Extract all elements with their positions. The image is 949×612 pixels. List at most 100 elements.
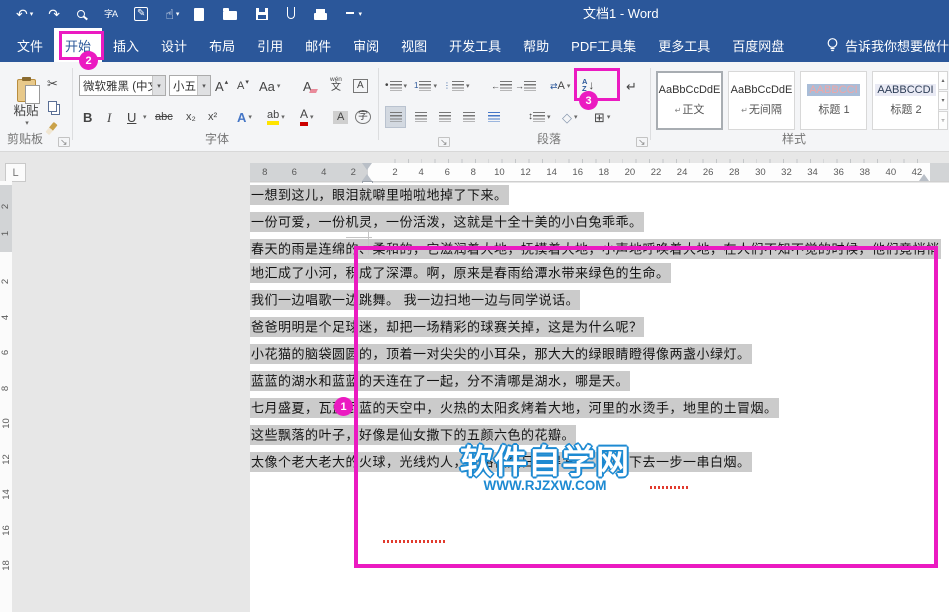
selected-text[interactable]: 我们一边唱歌一边跳舞。 我一边扫地一边与同学说话。 [250, 290, 580, 310]
font-dialog-launcher[interactable]: ↘ [438, 137, 450, 147]
tab-view[interactable]: 视图 [390, 28, 438, 62]
bullets-button[interactable]: •▾ [385, 75, 407, 97]
styles-scroll-down[interactable]: ▾ [938, 91, 948, 110]
tab-insert[interactable]: 插入 [102, 28, 150, 62]
hruler-left-margin[interactable]: 8642 [250, 163, 368, 181]
selected-text[interactable]: 一想到这儿，眼泪就噼里啪啦地掉了下来。 [250, 185, 509, 205]
grow-font-button[interactable]: A▴ [215, 75, 228, 97]
paragraph-dialog-launcher[interactable]: ↘ [636, 137, 648, 147]
numbering-button[interactable]: 1▾ [414, 75, 437, 97]
selected-text[interactable]: 爸爸明明是个足球迷，却把一场精彩的球赛关掉，这是为什么呢？ [250, 317, 644, 337]
touch-mouse-mode-button[interactable]: ☝▾ [165, 7, 179, 21]
attach-file-button[interactable] [287, 9, 299, 19]
underline-dropdown[interactable]: ▾ [143, 106, 147, 128]
right-indent-marker[interactable] [919, 174, 929, 181]
new-document-button[interactable] [194, 8, 208, 21]
tab-references[interactable]: 引用 [246, 28, 294, 62]
selected-text[interactable]: 小花猫的脑袋圆圆的，顶着一对尖尖的小耳朵，那大大的绿眼睛瞪得像两盏小绿灯。 [250, 344, 752, 364]
paragraph[interactable]: 春天的雨是连绵的、柔和的，它滋润着大地，抚摸着大地，小声地呼唤着大地，在人们不知… [250, 237, 949, 285]
superscript-button[interactable]: x² [208, 106, 217, 128]
tab-pdf-tools[interactable]: PDF工具集 [560, 28, 647, 62]
character-border-button[interactable]: A [353, 75, 368, 97]
copy-button[interactable] [48, 95, 57, 117]
tab-layout[interactable]: 布局 [198, 28, 246, 62]
align-right-button[interactable] [434, 106, 455, 128]
align-center-button[interactable] [410, 106, 431, 128]
increase-indent-button[interactable]: → [515, 75, 536, 97]
font-name-combo[interactable]: 微软雅黑 (中文 ▾ [79, 75, 166, 96]
print-preview-button[interactable] [77, 10, 89, 18]
paragraph[interactable]: 蓝蓝的湖水和蓝蓝的天连在了一起，分不清哪是湖水，哪是天。 [250, 369, 949, 393]
character-shading-button[interactable]: A [333, 106, 348, 128]
subscript-button[interactable]: x₂ [186, 106, 196, 128]
italic-button[interactable]: I [107, 106, 111, 128]
font-size-combo[interactable]: 小五 ▾ [169, 75, 211, 96]
enclose-characters-button[interactable]: 字 [355, 106, 371, 128]
spelling-grammar-button[interactable]: 字A [104, 10, 119, 19]
selected-text[interactable]: 这些飘落的叶子，好像是仙女撒下的五颜六色的花瓣。 [250, 425, 576, 445]
align-left-button[interactable] [385, 106, 406, 128]
first-line-indent-marker[interactable] [362, 163, 372, 170]
tab-review[interactable]: 审阅 [342, 28, 390, 62]
paragraph[interactable]: 一想到这儿，眼泪就噼里啪啦地掉了下来。 [250, 183, 949, 207]
paste-button[interactable]: 粘贴 ▾ [8, 71, 44, 135]
text-effects-button[interactable]: A▾ [237, 106, 252, 128]
clipboard-dialog-launcher[interactable]: ↘ [58, 137, 70, 147]
paragraph[interactable]: 爸爸明明是个足球迷，却把一场精彩的球赛关掉，这是为什么呢？ [250, 315, 949, 339]
format-painter-button[interactable] [49, 117, 54, 139]
phonetic-guide-button[interactable]: wén文 [330, 74, 342, 96]
tab-developer[interactable]: 开发工具 [438, 28, 512, 62]
clear-formatting-button[interactable]: A [303, 75, 317, 97]
tab-mailings[interactable]: 邮件 [294, 28, 342, 62]
tell-me-box[interactable]: 告诉我你想要做什 [815, 28, 949, 62]
vertical-ruler[interactable]: 21 24681012141618 [0, 181, 12, 612]
selected-text[interactable]: 一份可爱，一份机灵，一份活泼，这就是十全十美的小白兔乖乖。 [250, 212, 644, 232]
change-case-button[interactable]: Aa▾ [259, 75, 280, 97]
cut-button[interactable]: ✂ [47, 72, 58, 94]
dropdown-arrow-icon[interactable]: ▾ [152, 76, 165, 95]
tab-help[interactable]: 帮助 [512, 28, 560, 62]
font-color-button[interactable]: A▾ [300, 106, 314, 128]
save-button[interactable] [256, 8, 272, 20]
hruler-right-margin[interactable] [930, 163, 949, 181]
style-heading1[interactable]: AABBCCI 标题 1 [800, 71, 867, 130]
distributed-button[interactable] [482, 106, 505, 128]
style-heading2[interactable]: AABBCCDI 标题 2 [872, 71, 939, 130]
tab-home[interactable]: 开始 [54, 28, 102, 62]
paragraph[interactable]: 七月盛夏，瓦蓝瓦蓝的天空中，火热的太阳炙烤着大地，河里的水烫手，地里的土冒烟。 [250, 396, 949, 420]
quick-print-button[interactable] [314, 8, 331, 20]
style-normal[interactable]: AaBbCcDdE ↵正文 [656, 71, 723, 130]
multilevel-list-button[interactable]: ⋮▾ [443, 75, 470, 97]
document-page[interactable]: 一想到这儿，眼泪就噼里啪啦地掉了下来。一份可爱，一份机灵，一份活泼，这就是十全十… [250, 183, 949, 612]
tab-stop-selector[interactable]: L [5, 163, 26, 182]
style-no-spacing[interactable]: AaBbCcDdE ↵无间隔 [728, 71, 795, 130]
selected-text[interactable]: 春天的雨是连绵的、柔和的，它滋润着大地，抚摸着大地，小声地呼唤着大地，在人们不知… [250, 239, 941, 283]
styles-gallery-more[interactable]: ▿ [938, 111, 948, 130]
tab-design[interactable]: 设计 [150, 28, 198, 62]
redo-button[interactable]: ↷ [48, 7, 62, 21]
show-hide-marks-button[interactable]: ↵ [626, 75, 637, 97]
asian-layout-button[interactable]: ⇄A▾ [550, 75, 570, 97]
hruler-text-area[interactable]: 24681012141618202224262830323436384042 [368, 163, 930, 181]
selected-text[interactable]: 七月盛夏，瓦蓝瓦蓝的天空中，火热的太阳炙烤着大地，河里的水烫手，地里的土冒烟。 [250, 398, 779, 418]
tab-baidu-netdisk[interactable]: 百度网盘 [721, 28, 795, 62]
borders-button[interactable]: ⊞▾ [594, 106, 610, 128]
paragraph[interactable]: 我们一边唱歌一边跳舞。 我一边扫地一边与同学说话。 [250, 288, 949, 312]
hanging-indent-marker[interactable] [362, 174, 372, 181]
strikethrough-button[interactable]: abc [155, 106, 173, 128]
decrease-indent-button[interactable]: ← [491, 75, 512, 97]
customize-qat-button[interactable]: ▾ [346, 11, 362, 18]
bold-button[interactable]: B [83, 106, 92, 128]
text-highlight-button[interactable]: ab▾ [267, 106, 285, 128]
underline-button[interactable]: U [127, 106, 136, 128]
edit-mode-button[interactable]: ✎ [134, 7, 150, 21]
selected-text[interactable]: 蓝蓝的湖水和蓝蓝的天连在了一起，分不清哪是湖水，哪是天。 [250, 371, 630, 391]
shading-button[interactable]: ◇▾ [562, 106, 578, 128]
paragraph[interactable]: 一份可爱，一份机灵，一份活泼，这就是十全十美的小白兔乖乖。 [250, 210, 949, 234]
styles-scroll-up[interactable]: ▴ [938, 71, 948, 90]
justify-button[interactable] [458, 106, 479, 128]
paragraph[interactable]: 小花猫的脑袋圆圆的，顶着一对尖尖的小耳朵，那大大的绿眼睛瞪得像两盏小绿灯。 [250, 342, 949, 366]
open-button[interactable] [223, 8, 241, 20]
line-spacing-button[interactable]: ↕▾ [528, 106, 551, 128]
sort-button[interactable]: AZ↓ [582, 74, 594, 96]
